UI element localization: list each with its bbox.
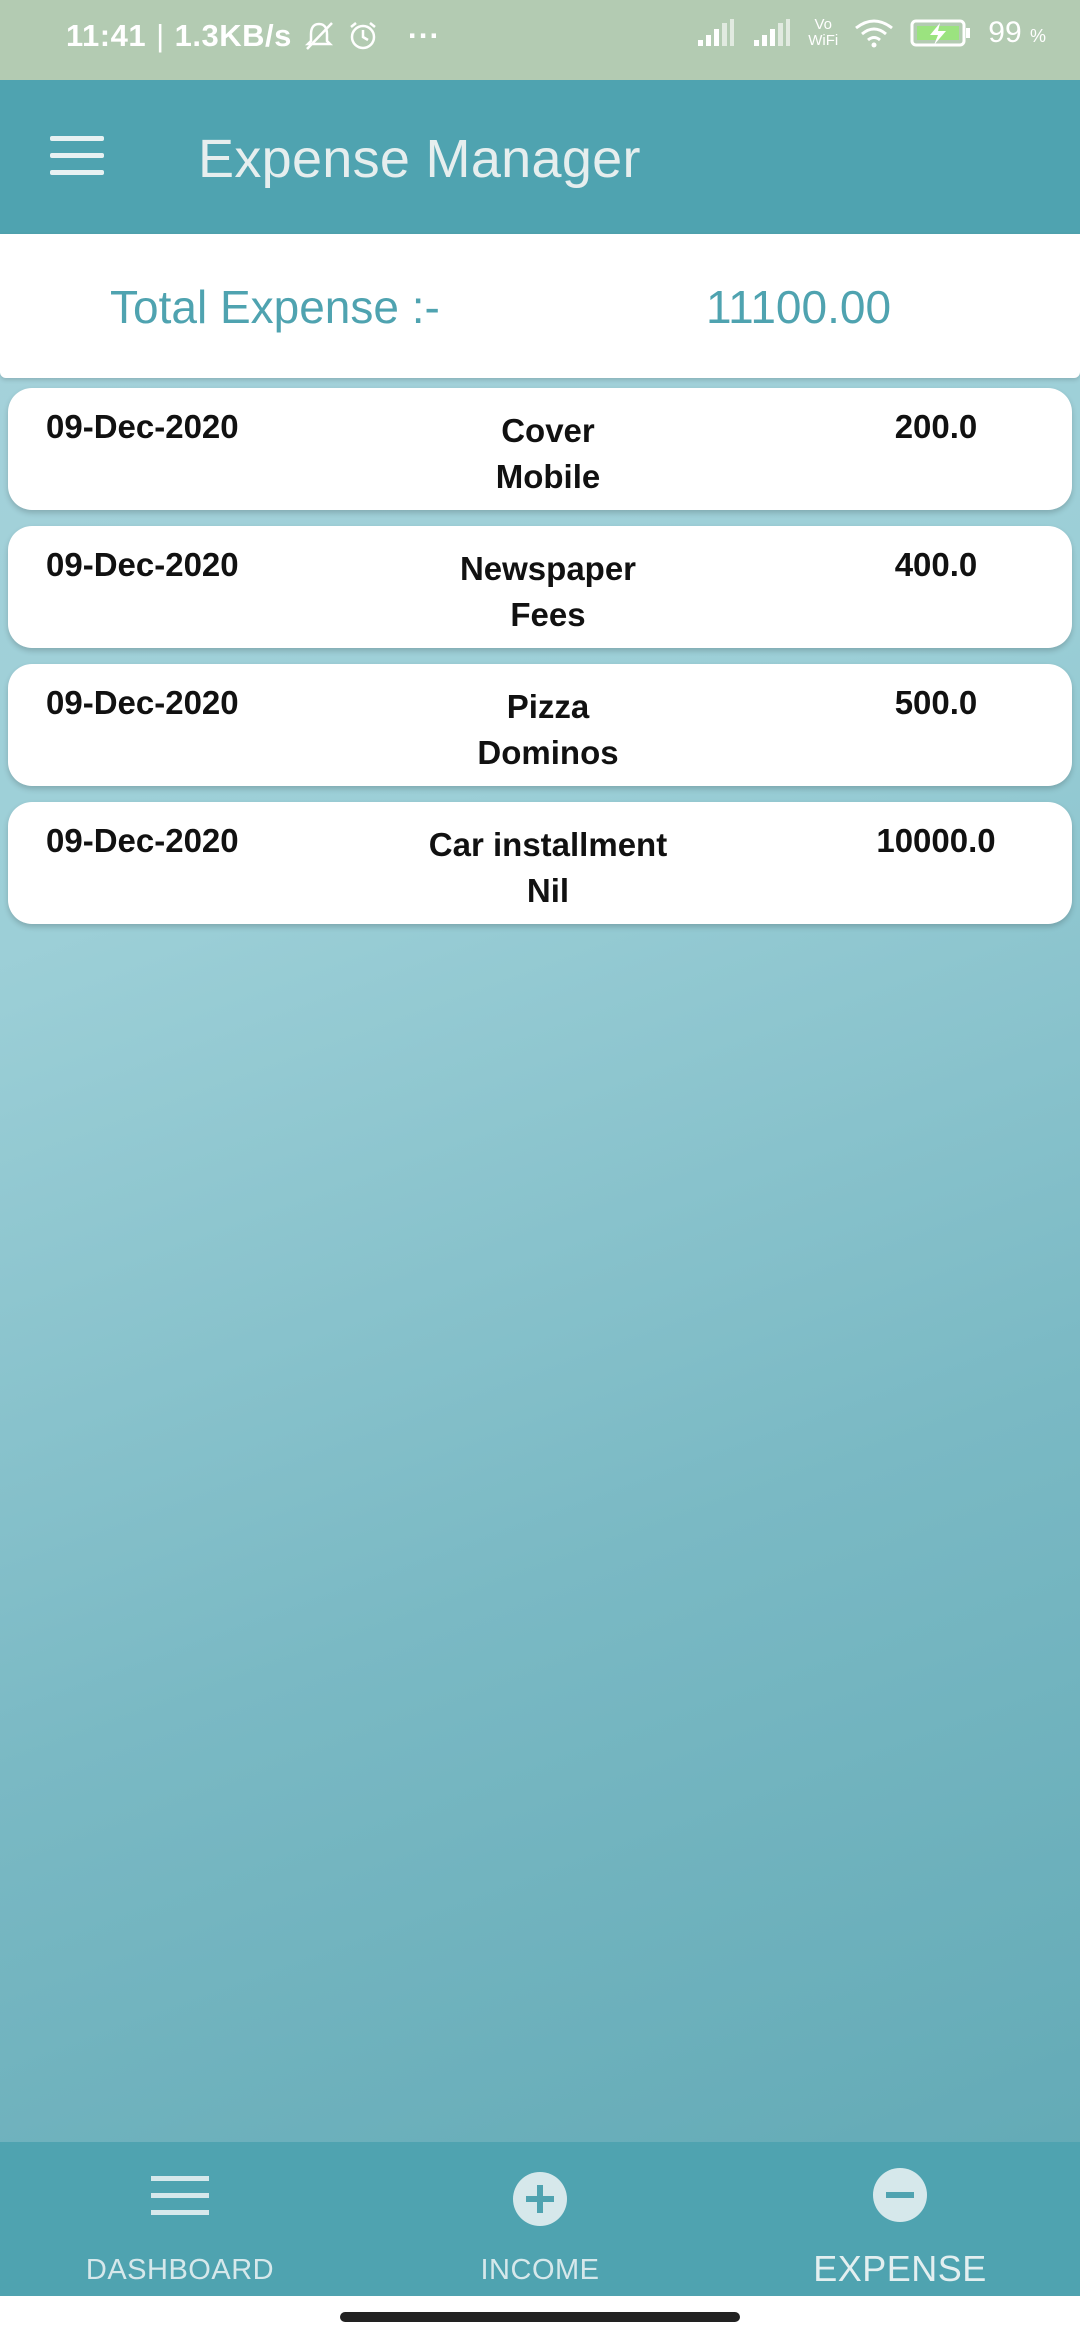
minus-circle-icon bbox=[873, 2168, 927, 2222]
expense-item[interactable]: 09-Dec-2020 Car installment Nil 10000.0 bbox=[8, 802, 1072, 924]
expense-category: Pizza bbox=[506, 688, 590, 725]
home-indicator[interactable] bbox=[340, 2312, 740, 2322]
expense-description: Car installment Nil bbox=[358, 822, 738, 914]
expense-category: Car installment bbox=[428, 826, 668, 863]
nav-expense-label: EXPENSE bbox=[813, 2248, 987, 2289]
total-expense-value: 11100.00 bbox=[706, 281, 892, 333]
expense-item[interactable]: 09-Dec-2020 Pizza Dominos 500.0 bbox=[8, 664, 1072, 786]
expense-amount: 200.0 bbox=[894, 408, 978, 445]
wifi-label: WiFi bbox=[808, 32, 839, 49]
total-expense-label: Total Expense :- bbox=[110, 281, 440, 333]
status-more-icon: ··· bbox=[407, 18, 441, 53]
app-bar: Expense Manager bbox=[0, 80, 1080, 234]
expense-note: Fees bbox=[510, 596, 586, 633]
nav-expense[interactable]: EXPENSE bbox=[720, 2142, 1080, 2296]
vo-wifi-label: Vo WiFi bbox=[808, 17, 838, 49]
nav-income[interactable]: INCOME bbox=[360, 2142, 720, 2296]
menu-icon[interactable] bbox=[50, 136, 104, 176]
expense-date: 09-Dec-2020 bbox=[46, 822, 239, 859]
status-net-speed: 1.3KB/s bbox=[174, 18, 292, 53]
expense-item[interactable]: 09-Dec-2020 Newspaper Fees 400.0 bbox=[8, 526, 1072, 648]
app-title: Expense Manager bbox=[198, 129, 641, 189]
dashboard-menu-icon bbox=[151, 2176, 209, 2216]
expense-description: Cover Mobile bbox=[358, 408, 738, 500]
expense-note: Nil bbox=[526, 872, 570, 909]
expense-category: Newspaper bbox=[459, 550, 637, 587]
battery-percent: 99 % bbox=[988, 16, 1046, 50]
plus-circle-icon bbox=[513, 2172, 567, 2226]
nav-dashboard[interactable]: DASHBOARD bbox=[0, 2142, 360, 2296]
battery-percent-value: 99 bbox=[988, 16, 1022, 49]
battery-charging-icon bbox=[910, 19, 971, 47]
expense-category: Cover bbox=[501, 412, 595, 449]
expense-note: Dominos bbox=[477, 734, 619, 771]
status-left: 11:41 | 1.3KB/s ··· bbox=[66, 18, 440, 54]
expense-note: Mobile bbox=[495, 458, 601, 495]
wifi-icon bbox=[855, 19, 894, 48]
expense-list: 09-Dec-2020 Cover Mobile 200.0 09-Dec-20… bbox=[8, 388, 1072, 940]
expense-date: 09-Dec-2020 bbox=[46, 408, 239, 445]
expense-date: 09-Dec-2020 bbox=[46, 546, 239, 583]
nav-income-label: INCOME bbox=[480, 2254, 600, 2286]
bottom-navigation: DASHBOARD INCOME EXPENSE bbox=[0, 2142, 1080, 2296]
expense-item[interactable]: 09-Dec-2020 Cover Mobile 200.0 bbox=[8, 388, 1072, 510]
signal-icon-2 bbox=[754, 19, 791, 46]
expense-amount: 400.0 bbox=[894, 546, 978, 583]
nav-dashboard-label: DASHBOARD bbox=[85, 2254, 275, 2286]
expense-amount: 500.0 bbox=[894, 684, 978, 721]
expense-date: 09-Dec-2020 bbox=[46, 684, 239, 721]
status-separator: | bbox=[156, 18, 165, 53]
bell-off-icon bbox=[304, 22, 333, 50]
expense-description: Newspaper Fees bbox=[358, 546, 738, 638]
expense-amount: 10000.0 bbox=[876, 822, 996, 859]
vo-label: Vo bbox=[814, 16, 833, 33]
status-right: Vo WiFi 99 % bbox=[696, 16, 1046, 50]
alarm-icon bbox=[350, 22, 376, 50]
total-expense-card: Total Expense :- 11100.00 bbox=[0, 234, 1080, 378]
signal-icon-1 bbox=[698, 19, 735, 46]
status-time: 11:41 bbox=[66, 18, 147, 53]
expense-description: Pizza Dominos bbox=[358, 684, 738, 776]
system-nav-bar bbox=[0, 2296, 1080, 2340]
battery-percent-unit: % bbox=[1029, 26, 1046, 46]
status-bar: 11:41 | 1.3KB/s ··· Vo WiFi 99 % bbox=[0, 0, 1080, 80]
